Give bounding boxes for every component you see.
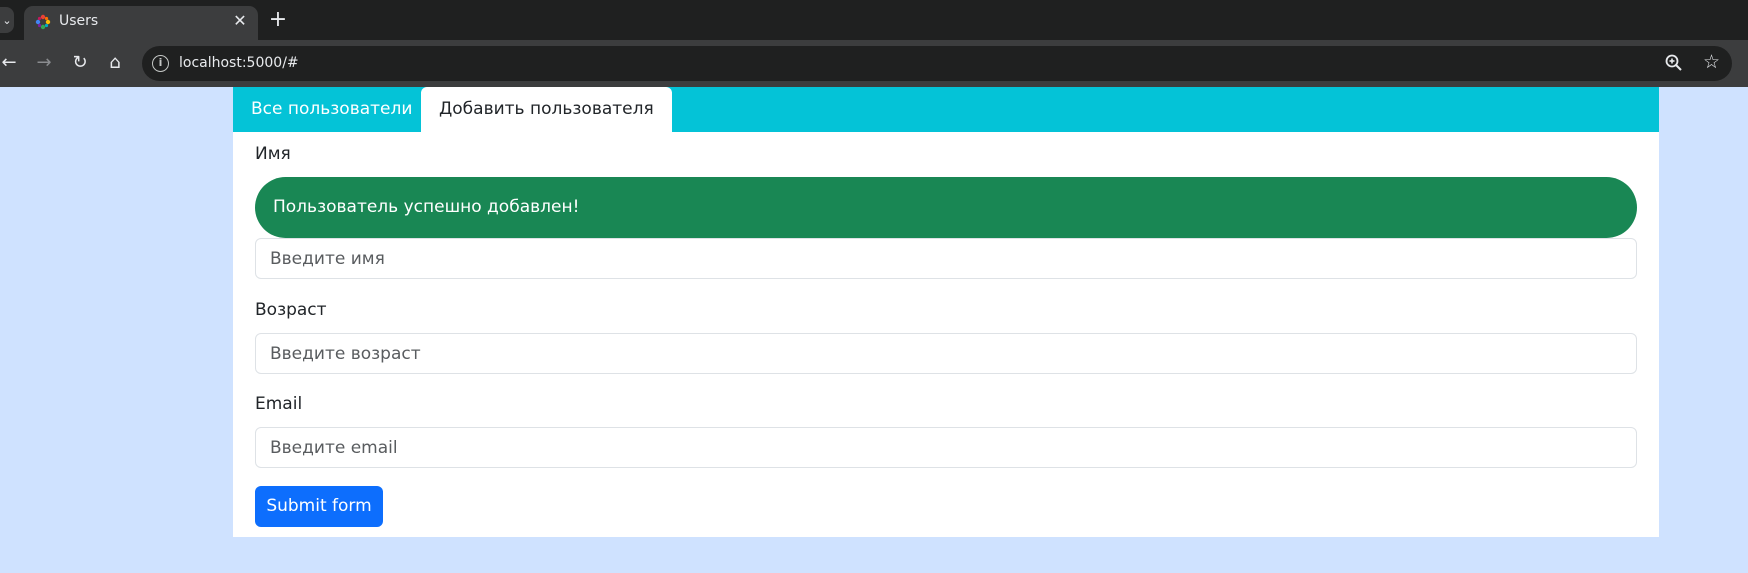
zoom-icon[interactable] xyxy=(1664,53,1684,73)
address-bar[interactable]: i localhost:5000/# ☆ xyxy=(142,46,1732,81)
favicon-icon xyxy=(35,14,51,30)
url-text[interactable]: localhost:5000/# xyxy=(179,54,299,72)
name-input[interactable]: Введите имя xyxy=(255,238,1637,279)
email-label: Email xyxy=(255,394,303,414)
home-icon[interactable]: ⌂ xyxy=(104,52,126,74)
tab-add-user[interactable]: Добавить пользователя xyxy=(421,87,672,132)
tab-all-users[interactable]: Все пользователи xyxy=(233,87,430,132)
back-arrow-icon[interactable]: ← xyxy=(0,52,20,74)
app-container: Все пользователи Добавить пользователя И… xyxy=(233,87,1659,537)
close-icon[interactable]: ✕ xyxy=(230,11,250,31)
browser-tab[interactable]: Users ✕ xyxy=(24,6,258,40)
email-placeholder: Введите email xyxy=(270,438,398,458)
browser-tabstrip: ⌄ Users ✕ + xyxy=(0,0,1748,40)
bookmark-star-icon[interactable]: ☆ xyxy=(1703,51,1720,73)
name-label: Имя xyxy=(255,144,291,164)
tab-title: Users xyxy=(59,13,99,29)
age-placeholder: Введите возраст xyxy=(270,344,421,364)
tab-bar: Все пользователи Добавить пользователя xyxy=(233,87,1659,132)
forward-arrow-icon[interactable]: → xyxy=(33,52,55,74)
age-input[interactable]: Введите возраст xyxy=(255,333,1637,374)
age-label: Возраст xyxy=(255,300,327,320)
site-info-icon[interactable]: i xyxy=(152,55,169,72)
chevron-down-icon[interactable]: ⌄ xyxy=(0,7,14,33)
name-placeholder: Введите имя xyxy=(270,249,385,269)
browser-toolbar: ← → ↻ ⌂ i localhost:5000/# ☆ xyxy=(0,40,1748,87)
submit-button[interactable]: Submit form xyxy=(255,486,383,527)
email-input[interactable]: Введите email xyxy=(255,427,1637,468)
plus-icon[interactable]: + xyxy=(268,8,288,32)
reload-icon[interactable]: ↻ xyxy=(69,52,91,74)
success-alert: Пользователь успешно добавлен! xyxy=(255,177,1637,238)
